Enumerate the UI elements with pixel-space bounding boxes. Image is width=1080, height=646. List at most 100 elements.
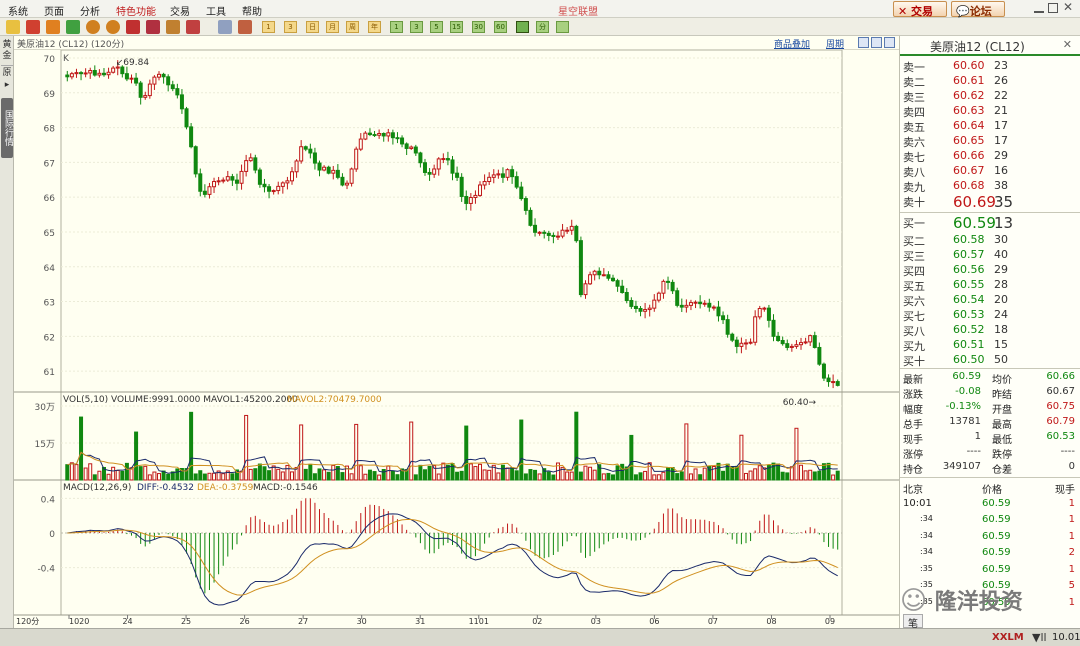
cross-icon[interactable] [126, 20, 140, 34]
month-button[interactable]: 月 [326, 21, 339, 33]
overlay-link[interactable]: 商品叠加 [774, 37, 810, 50]
board-icon[interactable] [46, 20, 60, 34]
grid-icon[interactable] [218, 20, 232, 34]
volume-bar [157, 473, 162, 481]
bid-row[interactable]: 买七 60.53 24 [900, 307, 1080, 323]
period-15m-button[interactable]: 15 [450, 21, 463, 33]
period-3-button[interactable]: 3 [284, 21, 297, 33]
ask-row[interactable]: 卖七 60.66 29 [900, 148, 1080, 164]
period-1-button[interactable]: 1 [262, 21, 275, 33]
bid-row[interactable]: 买五 60.55 28 [900, 277, 1080, 293]
maximize-icon[interactable] [1048, 3, 1058, 13]
period-120m-button[interactable] [516, 21, 529, 33]
menu-page[interactable]: 页面 [44, 3, 64, 18]
draw-icon[interactable] [146, 20, 160, 34]
ask-row[interactable]: 卖五 60.64 17 [900, 118, 1080, 134]
ask-price: 60.68 [953, 179, 985, 192]
volume-bar [143, 465, 148, 481]
bid-row[interactable]: 买四 60.56 29 [900, 262, 1080, 278]
close-panel-icon[interactable]: ✕ [1063, 38, 1072, 51]
k-label: K [63, 54, 70, 64]
zoom-out-icon[interactable] [106, 20, 120, 34]
tab-gold[interactable]: 黄金 [1, 40, 13, 66]
menu-analysis[interactable]: 分析 [80, 3, 100, 18]
day-button[interactable]: 日 [306, 21, 319, 33]
ask-row[interactable]: 卖六 60.65 17 [900, 133, 1080, 149]
candle-body [289, 171, 294, 182]
minimize-icon[interactable] [1034, 3, 1044, 13]
refresh-icon[interactable] [66, 20, 80, 34]
bid-price: 60.56 [953, 263, 985, 276]
tab-crude[interactable]: 原 [1, 68, 13, 79]
stat-value: 60.53 [1046, 431, 1075, 442]
candle-body [505, 169, 510, 178]
candle-body [157, 73, 162, 78]
week-button[interactable]: 周 [346, 21, 359, 33]
expand-arrow-icon[interactable]: ▸ [1, 80, 13, 91]
tick-row: :35 60.59 1 [900, 563, 1080, 580]
ask-row[interactable]: 卖十 60.69 35 [900, 193, 1080, 211]
period-1m-button[interactable]: 1 [390, 21, 403, 33]
volume-bar [574, 411, 579, 481]
menu-system[interactable]: 系统 [8, 3, 28, 18]
candle-body [216, 180, 221, 183]
menu-trade[interactable]: 交易 [170, 3, 190, 18]
volume-bar [523, 473, 528, 481]
ask-row[interactable]: 卖三 60.62 22 [900, 88, 1080, 104]
candle-body [395, 137, 400, 140]
ask-row[interactable]: 卖九 60.68 38 [900, 178, 1080, 194]
minute-button[interactable]: 分 [536, 21, 549, 33]
tab-international[interactable]: 国际行情 [1, 98, 13, 158]
stat-value: 60.67 [1046, 386, 1075, 397]
back-icon[interactable] [6, 20, 20, 34]
bid-row[interactable]: 买九 60.51 15 [900, 337, 1080, 353]
menu-tools[interactable]: 工具 [206, 3, 226, 18]
bid-price: 60.52 [953, 323, 985, 336]
ask-row[interactable]: 卖八 60.67 16 [900, 163, 1080, 179]
bid-row[interactable]: 买十 60.50 50 [900, 352, 1080, 368]
ask-volume: 35 [994, 193, 1014, 211]
forum-button[interactable]: 💬论坛 [951, 1, 1005, 18]
bid-row[interactable]: 买八 60.52 18 [900, 322, 1080, 338]
volume-bar [656, 474, 661, 481]
pen-icon[interactable] [166, 20, 180, 34]
volume-bar [592, 469, 597, 481]
filter-icon[interactable] [186, 20, 200, 34]
menu-features[interactable]: 特色功能 [116, 3, 156, 18]
x-tick-label: 03 [591, 617, 601, 626]
candle-body [776, 335, 781, 342]
bid-row[interactable]: 买三 60.57 40 [900, 247, 1080, 263]
volume-bar [510, 467, 515, 481]
candle-body [166, 76, 171, 86]
x-tick-label: 31 [415, 617, 425, 626]
tab-ticks[interactable]: 笔 [903, 614, 923, 630]
ask-row[interactable]: 卖一 60.60 23 [900, 58, 1080, 74]
chart-icon[interactable] [238, 20, 252, 34]
zoom-in-icon[interactable] [86, 20, 100, 34]
period-3m-button[interactable]: 3 [410, 21, 423, 33]
menu-help[interactable]: 帮助 [242, 3, 262, 18]
ask-row[interactable]: 卖四 60.63 21 [900, 103, 1080, 119]
home-icon[interactable] [26, 20, 40, 34]
year-button[interactable]: 年 [368, 21, 381, 33]
kline-chart[interactable]: 70 69 68 67 66 65 64 63 62 61 K ↙69.84 60.40→ 1020 24 2… [14, 50, 899, 628]
close-icon[interactable]: ✕ [1063, 0, 1073, 14]
split-icon[interactable] [871, 37, 882, 48]
tick-price: 60.59 [982, 547, 1011, 558]
bid-row[interactable]: 买六 60.54 20 [900, 292, 1080, 308]
candle-body [79, 72, 84, 75]
period-60m-button[interactable]: 60 [494, 21, 507, 33]
period-5m-button[interactable]: 5 [430, 21, 443, 33]
layout-icon[interactable] [858, 37, 869, 48]
volume-bar [482, 469, 487, 481]
ticks-divider [900, 477, 1080, 478]
ask-row[interactable]: 卖二 60.61 26 [900, 73, 1080, 89]
fullscreen-icon[interactable] [884, 37, 895, 48]
bid-row[interactable]: 买二 60.58 30 [900, 232, 1080, 248]
period-link[interactable]: 周期 [826, 37, 844, 50]
tick-button[interactable] [556, 21, 569, 33]
candle-body [478, 184, 483, 196]
bid-row[interactable]: 买一 60.59 13 [900, 214, 1080, 232]
trade-button[interactable]: ✕ 交易 [893, 1, 947, 18]
period-30m-button[interactable]: 30 [472, 21, 485, 33]
